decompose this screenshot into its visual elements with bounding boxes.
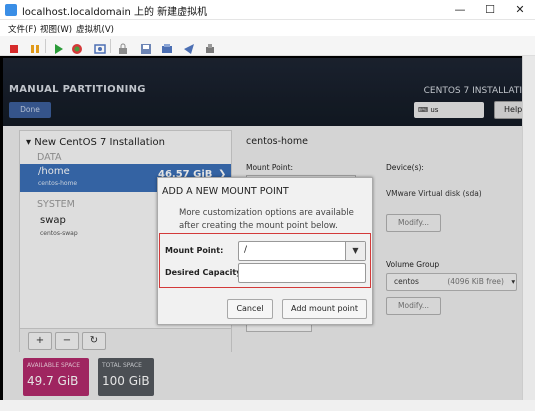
vm-app-icon — [5, 4, 17, 16]
mount-point-label: Mount Point: — [165, 246, 224, 255]
window-title: localhost.localdomain 上的 新建虚拟机 — [22, 7, 208, 18]
snapshot-icon[interactable] — [94, 40, 106, 54]
dialog-description: More customization options are available… — [179, 207, 354, 233]
dialog-fields-highlight: Mount Point: / ▼ Desired Capacity: — [159, 233, 371, 288]
menu-file[interactable]: 文件(F) — [8, 23, 37, 35]
cancel-button[interactable]: Cancel — [227, 299, 273, 319]
dialog-desc-line1: More customization options are available — [179, 208, 354, 218]
add-mount-point-button[interactable]: Add mount point — [282, 299, 367, 319]
pause-icon[interactable] — [29, 40, 41, 53]
dialog-desc-line2: after creating the mount point below. — [179, 221, 338, 231]
mount-point-value: / — [244, 245, 248, 255]
vm-display[interactable]: MANUAL PARTITIONING Done CENTOS 7 INSTAL… — [0, 56, 535, 400]
stop-icon[interactable] — [8, 40, 20, 53]
vertical-scrollbar[interactable] — [522, 56, 535, 400]
lock-icon[interactable] — [117, 40, 129, 54]
desired-capacity-input[interactable] — [238, 263, 366, 283]
minimize-button[interactable]: — — [445, 0, 475, 20]
menu-view[interactable]: 视图(W) — [40, 23, 72, 35]
desired-capacity-label: Desired Capacity: — [165, 268, 245, 277]
maximize-button[interactable]: ☐ — [475, 0, 505, 20]
dialog-title: ADD A NEW MOUNT POINT — [162, 186, 289, 197]
play-icon[interactable] — [52, 40, 64, 54]
mount-point-combobox[interactable]: / ▼ — [238, 241, 366, 261]
menu-vm[interactable]: 虚拟机(V) — [76, 23, 114, 35]
restore-icon[interactable] — [161, 40, 173, 53]
disk-icon[interactable] — [140, 40, 152, 54]
installer-screen: MANUAL PARTITIONING Done CENTOS 7 INSTAL… — [3, 58, 522, 400]
dropdown-arrow-icon[interactable]: ▼ — [345, 242, 365, 260]
add-mount-point-dialog: ADD A NEW MOUNT POINT More customization… — [157, 177, 373, 325]
toolbar — [0, 36, 535, 56]
status-bar — [0, 400, 535, 411]
menu-bar: 文件(F) 视图(W) 虚拟机(V) — [0, 20, 535, 36]
close-button[interactable]: ✕ — [505, 0, 535, 20]
window-titlebar: localhost.localdomain 上的 新建虚拟机 — ☐ ✕ — [0, 0, 535, 20]
send-icon[interactable] — [183, 40, 195, 54]
refresh-icon[interactable] — [71, 40, 83, 54]
settings-icon[interactable] — [204, 40, 216, 53]
